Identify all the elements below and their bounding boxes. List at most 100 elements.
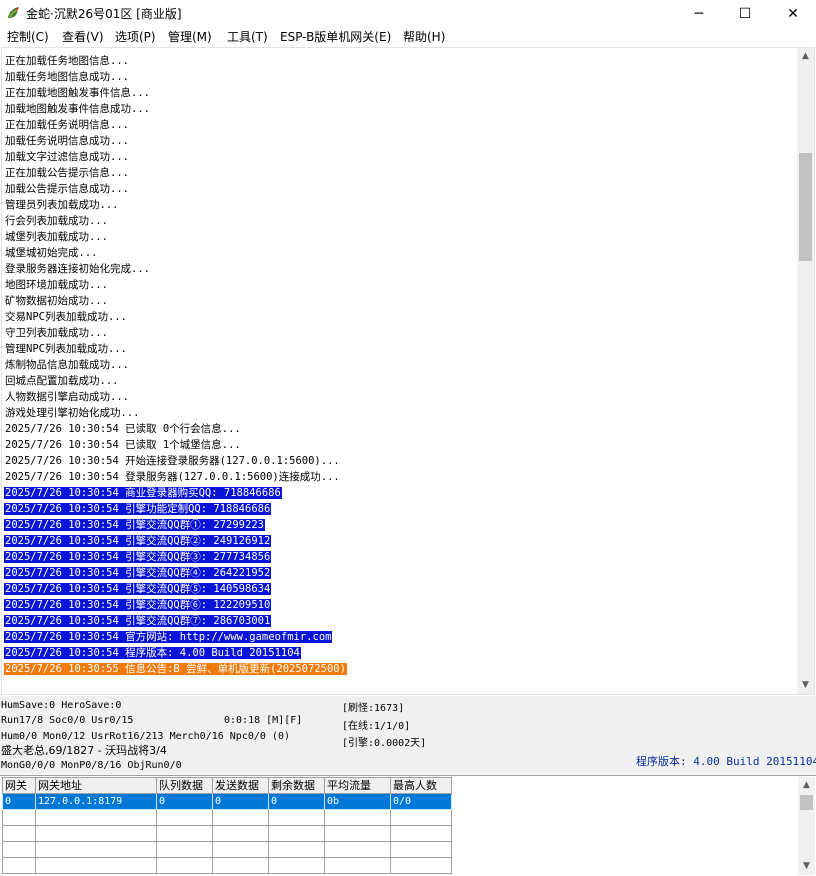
log-line: 行会列表加载成功...: [4, 213, 794, 229]
log-line-text: 2025/7/26 10:30:55 信息公告:B 尝鲜、单机版更新(20250…: [4, 663, 347, 675]
log-line: 管理NPC列表加载成功...: [4, 341, 794, 357]
uptime-timer: 0:0:18 [M][F]: [224, 715, 303, 726]
window-title: 金蛇·沉默26号01区 [商业版]: [26, 7, 182, 21]
log-scrollbar[interactable]: ▲ ▼: [797, 48, 814, 694]
cell-queue: [156, 857, 213, 874]
object-status: Hum0/0 Mon0/12 UsrRot16/213 Merch0/16 Np…: [1, 731, 290, 742]
gateway-row[interactable]: 0 127.0.0.1:8179 0 0 0 0b 0/0: [2, 793, 452, 810]
gateway-header-row: 网关 网关地址 队列数据 发送数据 剩余数据 平均流量 最高人数: [2, 777, 452, 794]
menu-options[interactable]: 选项(P): [115, 29, 156, 45]
log-line-text: 游戏处理引擎初始化成功...: [5, 407, 140, 419]
col-header-sent[interactable]: 发送数据: [212, 777, 269, 794]
log-output[interactable]: 正在加载任务地图信息... 加载任务地图信息成功... 正在加载地图触发事件信息..…: [1, 47, 815, 695]
log-line-text: 2025/7/26 10:30:54 引擎交流QQ群⑤: 140598634: [4, 583, 272, 595]
menu-control[interactable]: 控制(C): [7, 29, 49, 45]
gateway-row[interactable]: [2, 825, 452, 842]
log-line: 正在加载任务说明信息...: [4, 117, 794, 133]
cell-queue: 0: [156, 793, 213, 810]
cell-gateway: [2, 857, 36, 874]
log-line-text: 加载任务说明信息成功...: [5, 135, 129, 147]
cell-remaining: [268, 841, 325, 858]
gateway-table: 网关 网关地址 队列数据 发送数据 剩余数据 平均流量 最高人数 0 127.0.…: [2, 777, 452, 874]
menu-view[interactable]: 查看(V): [62, 29, 104, 45]
log-line: 2025/7/26 10:30:54 开始连接登录服务器(127.0.0.1:5…: [4, 453, 794, 469]
menu-esp-gateway[interactable]: ESP-B版单机网关(E): [280, 29, 391, 45]
menu-bar: 控制(C) 查看(V) 选项(P) 管理(M) 工具(T) ESP-B版单机网关…: [0, 28, 816, 46]
cell-sent: [212, 825, 269, 842]
engine-days: [引擎:0.0002天]: [342, 738, 427, 749]
cell-address: [35, 857, 157, 874]
log-line: 2025/7/26 10:30:54 引擎交流QQ群③: 277734856: [4, 549, 794, 565]
boss-status: 盛大老总,69/1827 - 沃玛战将3/4: [1, 744, 167, 757]
log-line-text: 2025/7/26 10:30:54 商业登录器购买QQ: 718846686: [4, 487, 282, 499]
gateway-row[interactable]: [2, 809, 452, 826]
gateway-grid[interactable]: 网关 网关地址 队列数据 发送数据 剩余数据 平均流量 最高人数 0 127.0.…: [0, 775, 816, 876]
log-line: 正在加载公告提示信息...: [4, 165, 794, 181]
grid-scroll-down-icon[interactable]: ▼: [798, 858, 815, 875]
cell-avg-traffic: [324, 857, 391, 874]
log-line-text: 2025/7/26 10:30:54 开始连接登录服务器(127.0.0.1:5…: [5, 455, 340, 467]
scroll-down-arrow-icon[interactable]: ▼: [797, 677, 814, 694]
title-bar[interactable]: 金蛇·沉默26号01区 [商业版] ─ ☐ ✕: [0, 0, 816, 28]
cell-address: [35, 809, 157, 826]
log-line-text: 矿物数据初始成功...: [5, 295, 108, 307]
col-header-max-users[interactable]: 最高人数: [390, 777, 452, 794]
log-line-text: 2025/7/26 10:30:54 已读取 1个城堡信息...: [5, 439, 241, 451]
cell-address: 127.0.0.1:8179: [35, 793, 157, 810]
log-line-text: 2025/7/26 10:30:54 程序版本: 4.00 Build 2015…: [4, 647, 301, 659]
close-button[interactable]: ✕: [770, 0, 816, 28]
log-line: 2025/7/26 10:30:54 引擎交流QQ群①: 27299223: [4, 517, 794, 533]
log-line: 加载任务说明信息成功...: [4, 133, 794, 149]
log-line-text: 加载任务地图信息成功...: [5, 71, 129, 83]
cell-avg-traffic: 0b: [324, 793, 391, 810]
cell-max-users: [390, 809, 452, 826]
cell-address: [35, 841, 157, 858]
run-status: Run17/8 Soc0/0 Usr0/15: [1, 715, 134, 726]
cell-gateway: [2, 809, 36, 826]
log-line-text: 行会列表加载成功...: [5, 215, 108, 227]
log-line-text: 守卫列表加载成功...: [5, 327, 108, 339]
log-line: 2025/7/26 10:30:54 已读取 0个行会信息...: [4, 421, 794, 437]
log-line: 游戏处理引擎初始化成功...: [4, 405, 794, 421]
log-line-text: 正在加载地图触发事件信息...: [5, 87, 150, 99]
col-header-gateway[interactable]: 网关: [2, 777, 36, 794]
log-line-text: 正在加载任务地图信息...: [5, 55, 129, 67]
close-icon: ✕: [787, 6, 799, 22]
scroll-thumb[interactable]: [799, 153, 812, 261]
log-line-text: 管理员列表加载成功...: [5, 199, 119, 211]
cell-address: [35, 825, 157, 842]
minimize-icon: ─: [694, 6, 704, 22]
minimize-button[interactable]: ─: [676, 0, 722, 28]
log-line: 回城点配置加载成功...: [4, 373, 794, 389]
log-line-text: 地图环境加载成功...: [5, 279, 108, 291]
cell-sent: [212, 857, 269, 874]
grid-scroll-up-icon[interactable]: ▲: [798, 777, 815, 794]
grid-scrollbar[interactable]: ▲ ▼: [798, 777, 815, 875]
log-line: 城堡城初始完成...: [4, 245, 794, 261]
log-line: 正在加载地图触发事件信息...: [4, 85, 794, 101]
col-header-queue[interactable]: 队列数据: [156, 777, 213, 794]
refresh-monster-count: [刷怪:1673]: [342, 703, 405, 714]
cell-remaining: 0: [268, 793, 325, 810]
menu-manage[interactable]: 管理(M): [168, 29, 212, 45]
grid-scroll-thumb[interactable]: [800, 795, 813, 810]
maximize-button[interactable]: ☐: [722, 0, 768, 28]
app-dragon-icon: [8, 7, 19, 18]
log-line: 加载文字过滤信息成功...: [4, 149, 794, 165]
col-header-avg-traffic[interactable]: 平均流量: [324, 777, 391, 794]
col-header-remaining[interactable]: 剩余数据: [268, 777, 325, 794]
col-header-address[interactable]: 网关地址: [35, 777, 157, 794]
cell-max-users: [390, 841, 452, 858]
log-line: 2025/7/26 10:30:54 引擎交流QQ群⑦: 286703001: [4, 613, 794, 629]
log-line: 炼制物品信息加载成功...: [4, 357, 794, 373]
log-line: 2025/7/26 10:30:54 引擎交流QQ群④: 264221952: [4, 565, 794, 581]
menu-help[interactable]: 帮助(H): [403, 29, 445, 45]
menu-tools[interactable]: 工具(T): [227, 29, 268, 45]
log-line: 管理员列表加载成功...: [4, 197, 794, 213]
log-lines: 正在加载任务地图信息... 加载任务地图信息成功... 正在加载地图触发事件信息..…: [4, 53, 794, 677]
log-line-text: 2025/7/26 10:30:54 引擎交流QQ群③: 277734856: [4, 551, 272, 563]
log-line: 正在加载任务地图信息...: [4, 53, 794, 69]
gateway-row[interactable]: [2, 857, 452, 874]
gateway-row[interactable]: [2, 841, 452, 858]
scroll-up-arrow-icon[interactable]: ▲: [797, 48, 814, 65]
